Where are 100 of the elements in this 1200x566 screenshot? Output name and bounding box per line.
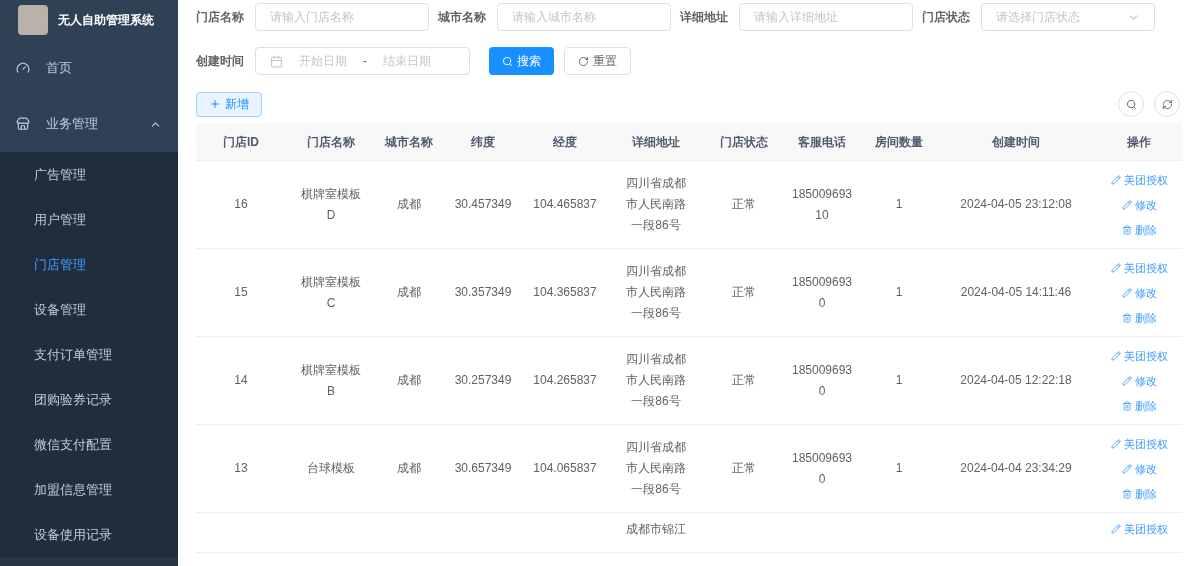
action-link[interactable]: 美团授权 bbox=[1110, 433, 1168, 454]
trash-icon bbox=[1121, 400, 1132, 411]
submenu-item[interactable]: 支付订单管理 bbox=[0, 332, 178, 377]
date-range-field[interactable]: 开始日期 - 结束日期 bbox=[255, 47, 470, 75]
column-header: 房间数量 bbox=[875, 133, 923, 151]
submenu-item[interactable]: 设备管理 bbox=[0, 287, 178, 332]
submenu-item[interactable]: 广告管理 bbox=[0, 152, 178, 197]
pencil-icon bbox=[1110, 524, 1121, 534]
pencil-icon bbox=[1121, 375, 1132, 386]
submenu-item[interactable]: 用户管理 bbox=[0, 197, 178, 242]
column-header: 门店状态 bbox=[720, 133, 768, 151]
pencil-icon bbox=[1121, 287, 1132, 298]
table-cell-text: 1850096930 bbox=[790, 361, 854, 400]
table-cell-text: 30.257349 bbox=[454, 372, 512, 389]
column-header: 门店名称 bbox=[307, 133, 355, 151]
add-button[interactable]: 新增 bbox=[196, 91, 262, 117]
reset-button[interactable]: 重置 bbox=[564, 47, 631, 75]
trash-icon bbox=[1121, 488, 1132, 499]
column-header: 门店ID bbox=[223, 133, 259, 151]
submenu-item[interactable]: 设备使用记录 bbox=[0, 512, 178, 557]
table-cell-text: 1 bbox=[895, 284, 903, 301]
table-cell-text: 18500969310 bbox=[790, 185, 854, 224]
table-cell-text: 30.357349 bbox=[454, 284, 512, 301]
table-cell-text: 14 bbox=[234, 372, 248, 389]
column-header: 客服电话 bbox=[798, 133, 846, 151]
filter-label: 门店状态 bbox=[922, 9, 970, 26]
table-cell-text: 104.265837 bbox=[533, 372, 597, 389]
app-title: 无人自助管理系统 bbox=[58, 12, 154, 29]
action-link[interactable]: 删除 bbox=[1121, 307, 1157, 328]
action-link[interactable]: 美团授权 bbox=[1110, 519, 1168, 539]
table-cell-text: 13 bbox=[234, 460, 248, 477]
action-link[interactable]: 修改 bbox=[1121, 282, 1157, 303]
action-link[interactable]: 美团授权 bbox=[1110, 345, 1168, 366]
table-cell-text: 棋牌室模板C bbox=[300, 273, 362, 312]
column-header: 详细地址 bbox=[632, 133, 680, 151]
pencil-icon bbox=[1110, 438, 1121, 449]
menu-item[interactable]: 首页 bbox=[0, 40, 178, 96]
table-cell-text: 正常 bbox=[732, 196, 756, 213]
table-cell-text: 30.657349 bbox=[454, 460, 512, 477]
table-cell-text: 成都 bbox=[397, 284, 421, 301]
submenu-item[interactable]: 团购验券记录 bbox=[0, 377, 178, 422]
action-link[interactable]: 修改 bbox=[1121, 458, 1157, 479]
action-link[interactable]: 美团授权 bbox=[1110, 257, 1168, 278]
trash-icon bbox=[1121, 312, 1132, 323]
refresh-icon bbox=[578, 55, 589, 67]
menu-item[interactable]: 业务管理 bbox=[0, 96, 178, 152]
table-cell-text: 104.465837 bbox=[533, 196, 597, 213]
pencil-icon bbox=[1110, 262, 1121, 273]
action-link[interactable]: 删除 bbox=[1121, 219, 1157, 240]
pencil-icon bbox=[1121, 463, 1132, 474]
table-cell-text: 成都市锦江 bbox=[625, 521, 687, 538]
table-cell-text: 正常 bbox=[732, 460, 756, 477]
table-cell-text: 成都 bbox=[397, 196, 421, 213]
table-cell-text: 四川省成都市人民南路一段86号 bbox=[625, 439, 687, 498]
plus-icon bbox=[209, 98, 221, 110]
table-cell-text: 2024-04-05 12:22:18 bbox=[960, 372, 1072, 389]
column-header: 创建时间 bbox=[992, 133, 1040, 151]
table-cell-text: 四川省成都市人民南路一段86号 bbox=[625, 351, 687, 410]
table-cell-text: 1 bbox=[895, 372, 903, 389]
table-cell-text: 104.365837 bbox=[533, 284, 597, 301]
calendar-icon bbox=[270, 54, 283, 68]
select-field[interactable]: 请选择门店状态 bbox=[981, 3, 1155, 31]
gauge-icon bbox=[16, 61, 30, 75]
action-link[interactable]: 删除 bbox=[1121, 395, 1157, 416]
text-field[interactable]: 请输入详细地址 bbox=[739, 3, 913, 31]
table-cell-text: 成都 bbox=[397, 372, 421, 389]
table-cell-text: 1850096930 bbox=[790, 273, 854, 312]
search-button[interactable]: 搜索 bbox=[489, 47, 554, 75]
filter-label: 创建时间 bbox=[196, 53, 244, 70]
action-link[interactable]: 修改 bbox=[1121, 194, 1157, 215]
text-field[interactable]: 请输入城市名称 bbox=[497, 3, 671, 31]
action-link[interactable]: 删除 bbox=[1121, 483, 1157, 504]
table-cell-text: 正常 bbox=[732, 284, 756, 301]
action-link[interactable]: 美团授权 bbox=[1110, 169, 1168, 190]
table-cell-text: 四川省成都市人民南路一段86号 bbox=[625, 175, 687, 234]
table-cell-text: 棋牌室模板B bbox=[300, 361, 362, 400]
search-icon bbox=[502, 55, 513, 67]
table-cell-text: 成都 bbox=[397, 460, 421, 477]
filter-label: 城市名称 bbox=[438, 9, 486, 26]
submenu-item[interactable]: 加盟信息管理 bbox=[0, 467, 178, 512]
table-cell-text: 30.457349 bbox=[454, 196, 512, 213]
table-cell-text: 2024-04-05 14:11:46 bbox=[960, 284, 1072, 301]
submenu-item[interactable]: 微信支付配置 bbox=[0, 422, 178, 467]
table-cell-text: 104.065837 bbox=[533, 460, 597, 477]
column-header: 城市名称 bbox=[385, 133, 433, 151]
table-cell-text: 1 bbox=[895, 460, 903, 477]
action-link[interactable]: 修改 bbox=[1121, 370, 1157, 391]
table-cell-text: 棋牌室模板D bbox=[300, 185, 362, 224]
table-cell-text: 2024-04-04 23:34:29 bbox=[960, 460, 1072, 477]
pencil-icon bbox=[1110, 350, 1121, 361]
trash-icon bbox=[1121, 224, 1132, 235]
table-cell-text: 四川省成都市人民南路一段86号 bbox=[625, 263, 687, 322]
table-cell-text: 2024-04-05 23:12:08 bbox=[960, 196, 1072, 213]
table-cell-text: 15 bbox=[234, 284, 248, 301]
text-field[interactable]: 请输入门店名称 bbox=[255, 3, 429, 31]
filter-label: 门店名称 bbox=[196, 9, 244, 26]
store-icon bbox=[16, 117, 30, 131]
table-cell-text: 正常 bbox=[732, 372, 756, 389]
column-header: 纬度 bbox=[471, 133, 495, 151]
submenu-item[interactable]: 门店管理 bbox=[0, 242, 178, 287]
